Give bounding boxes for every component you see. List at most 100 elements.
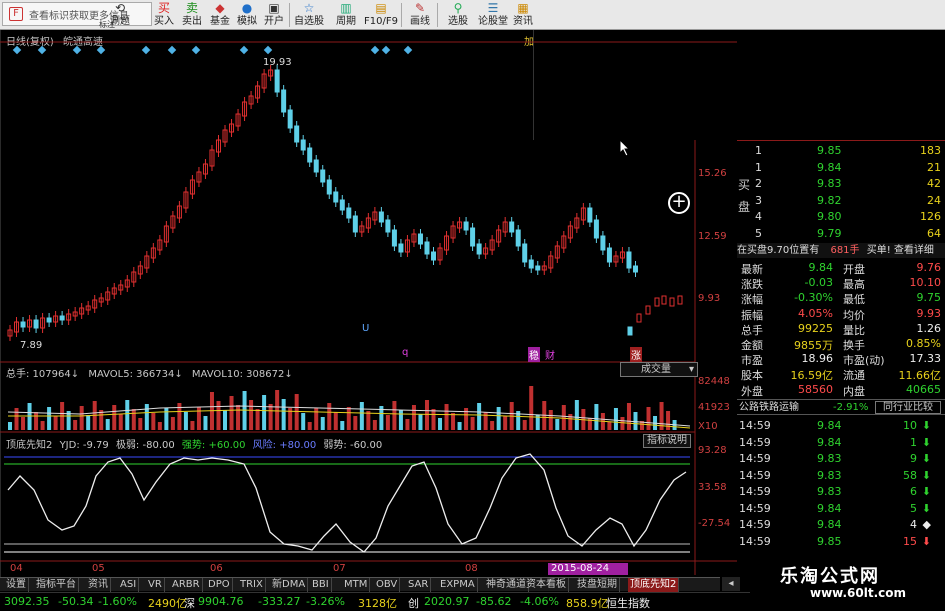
signal-diamond-icon xyxy=(141,45,151,55)
toolbar-button-8[interactable]: ▥ 周期 xyxy=(330,1,362,29)
quote-value: 17.33 xyxy=(909,352,942,366)
tick-down-arrow-icon: ⬇ xyxy=(921,485,931,498)
quote-value: 1.26 xyxy=(916,321,942,335)
indicator-tab[interactable]: 新DMA xyxy=(270,578,309,592)
indicator-tab[interactable]: OBV xyxy=(374,578,401,592)
indicator-tab[interactable]: ASI xyxy=(118,578,140,592)
toolbar-button-5[interactable]: ● 模拟 xyxy=(234,1,260,29)
toolbar-button-9[interactable]: ▤ F10/F9 xyxy=(362,1,400,29)
toolbar-button-3[interactable]: 卖卖出 xyxy=(178,1,206,29)
toolbar-button-label: 自选股 xyxy=(294,16,324,27)
volume-axis-label-2: 41923 xyxy=(698,402,730,413)
indicator-tab[interactable]: 顶底先知2 xyxy=(628,578,680,592)
order-alert-banner[interactable]: 在买盘9.70位置有 681手 买单! 查看详细 xyxy=(737,243,945,258)
indicator-tab[interactable]: VR xyxy=(146,578,165,592)
volume-bar xyxy=(666,411,671,430)
orderbook-volume: 183 xyxy=(920,144,941,157)
toolbar-button-label: 选股 xyxy=(448,16,468,27)
volume-bar xyxy=(320,417,325,430)
sector-compare-button[interactable]: 同行业比较 xyxy=(875,401,941,414)
toolbar-button-10[interactable]: ✎ 画线 xyxy=(404,1,436,29)
volume-ma5: MAVOL5: 366734 xyxy=(88,369,175,380)
tick-price: 9.84 xyxy=(817,501,842,515)
candle-body xyxy=(307,147,313,163)
toolbar-button-12[interactable]: ☰ 论股堂 xyxy=(476,1,510,29)
toolbar-button-1[interactable]: ⟲ 涮题 xyxy=(98,1,142,29)
tabs-scroll-icon[interactable]: ◂ xyxy=(722,577,740,591)
quote-label: 均价 xyxy=(843,308,865,322)
volume-bar xyxy=(477,403,482,430)
volume-bar xyxy=(451,413,456,430)
candle-body xyxy=(326,179,332,195)
sector-name[interactable]: 公路铁路运输 xyxy=(739,400,799,415)
candle-body xyxy=(385,219,391,233)
quote-row: 振幅 4.05% 均价 9.93 xyxy=(737,307,945,322)
toolbar-button-7[interactable]: ☆ 自选股 xyxy=(290,1,328,29)
quote-row: 股本 16.59亿 流通 11.66亿 xyxy=(737,367,945,382)
indicator-tab[interactable]: 神奇通道 xyxy=(484,578,529,592)
toolbar-button-6[interactable]: ▣ 开户 xyxy=(260,1,288,29)
order-alert-link[interactable]: 买单! 查看详细 xyxy=(867,245,934,256)
toolbar-button-13[interactable]: ▦ 资讯 xyxy=(510,1,536,29)
volume-ma10: MAVOL10: 308672 xyxy=(191,369,285,380)
indicator-tab[interactable]: 指标平台 xyxy=(34,578,79,592)
indicator-name[interactable]: 顶底先知2 xyxy=(6,440,52,451)
indicator-tab[interactable]: 技盘短期 xyxy=(575,578,620,592)
indicator-tab[interactable]: 资讯 xyxy=(86,578,111,592)
forum-icon: ☰ xyxy=(487,1,499,15)
tick-row: 14:59 9.84 10 ⬇ xyxy=(737,418,945,434)
tick-volume: 10 xyxy=(903,419,917,432)
indicator-tab[interactable]: BBI xyxy=(310,578,332,592)
orderbook-row[interactable]: 1 9.84 21 xyxy=(737,160,945,176)
chart-marker-cai: 财 xyxy=(545,351,555,362)
indicator-tab[interactable]: ARBR xyxy=(170,578,203,592)
toolbar-button-11[interactable]: ⚲ 选股 xyxy=(442,1,474,29)
indicator-tab[interactable]: MTM xyxy=(342,578,371,592)
volume-bar xyxy=(236,405,241,430)
toolbar-button-2[interactable]: 买买入 xyxy=(150,1,178,29)
chart-marker-u: U xyxy=(362,323,370,334)
volume-bar xyxy=(496,407,501,430)
candle-body xyxy=(636,313,642,323)
watermark-title: 乐淘公式网 xyxy=(780,566,880,587)
volume-bar xyxy=(112,405,117,430)
orderbook-level: 4 xyxy=(755,210,762,223)
volume-bar xyxy=(262,395,267,430)
tick-time: 14:59 xyxy=(739,419,771,432)
indicator-tab[interactable]: EXPMA xyxy=(438,578,478,592)
tick-volume: 5 xyxy=(910,501,917,515)
indicator-tab[interactable]: 资本看板 xyxy=(524,578,569,592)
indicator-help-button[interactable]: 指标说明 xyxy=(643,434,691,448)
orderbook-price: 9.85 xyxy=(817,144,842,157)
quote-label: 涨幅 xyxy=(741,293,763,307)
indicator-tab[interactable]: SAR xyxy=(406,578,432,592)
tick-flat-icon: ◆ xyxy=(922,518,931,531)
orderbook-row[interactable]: 1 9.85 183 xyxy=(737,143,945,159)
indicator-tab[interactable]: 设置 xyxy=(4,578,29,592)
candle-body xyxy=(424,241,430,255)
news-icon: ▦ xyxy=(517,1,529,15)
quote-row: 外盘 58560 内盘 40665 xyxy=(737,383,945,398)
quote-label: 内盘 xyxy=(843,384,865,398)
volume-bar xyxy=(613,408,618,430)
stock-picker-icon: ⚲ xyxy=(453,1,463,15)
orderbook-level: 1 xyxy=(755,144,762,157)
chart-marker-wen: 稳 xyxy=(528,347,540,362)
indicator-tab[interactable]: DPO xyxy=(206,578,233,592)
volume-bar xyxy=(314,408,319,430)
orderbook-row[interactable]: 5 9.79 64 xyxy=(737,226,945,242)
quote-label: 股本 xyxy=(741,369,763,383)
orderbook-row[interactable]: 3 9.82 24 xyxy=(737,193,945,209)
orderbook-row[interactable]: 2 9.83 42 xyxy=(737,176,945,192)
toolbar-button-4[interactable]: ◆ 基金 xyxy=(206,1,234,29)
tick-volume: 15 xyxy=(903,534,917,548)
simulate-icon: ● xyxy=(241,1,253,15)
candle-body xyxy=(463,221,469,231)
zoom-plus-icon[interactable]: + xyxy=(668,192,690,214)
candlestick-chart[interactable] xyxy=(0,30,737,578)
orderbook-row[interactable]: 4 9.80 126 xyxy=(737,209,945,225)
indicator-tab[interactable]: TRIX xyxy=(238,578,266,592)
volume-indicator-dropdown[interactable]: 成交量 ▾ xyxy=(620,362,698,377)
status-item: 2020.97 xyxy=(424,595,470,608)
candle-body xyxy=(346,207,352,219)
